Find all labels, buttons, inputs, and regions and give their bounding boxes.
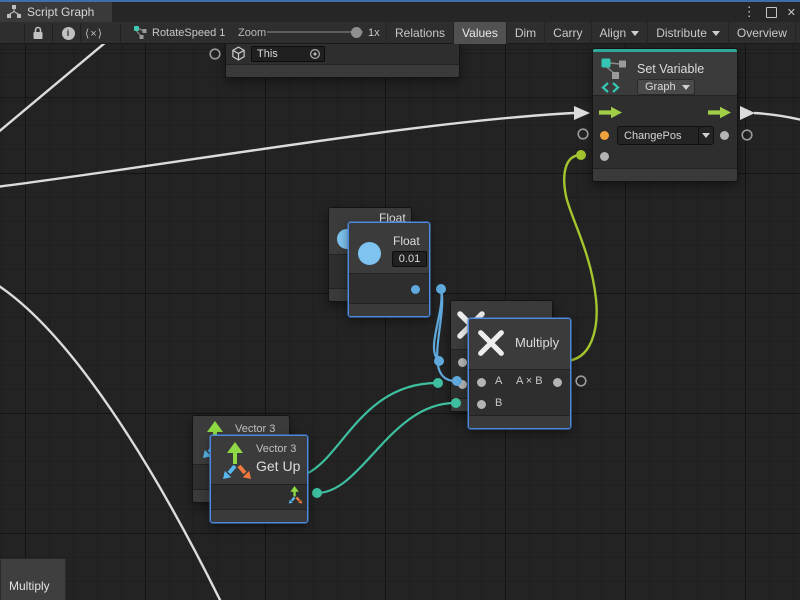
toolbar-button-dim[interactable]: Dim — [506, 22, 544, 44]
window-maximize-icon[interactable] — [766, 7, 777, 18]
toolbar-button-label: Distribute — [656, 26, 707, 40]
window-close-icon[interactable]: ✕ — [787, 6, 796, 19]
toolbar-separator — [120, 24, 121, 42]
toolbar-button-full-screen[interactable]: Full Screen — [795, 22, 800, 44]
toolbar-button-label: Overview — [737, 26, 787, 40]
zoom-value: 1x — [368, 22, 380, 44]
toolbar-button-values[interactable]: Values — [453, 22, 506, 44]
toolbar-button-align[interactable]: Align — [591, 22, 648, 44]
script-graph-window: Script Graph ⋮ ✕ i ⟨×⟩ — [0, 0, 800, 600]
flow-arrowhead-in[interactable] — [574, 106, 590, 120]
unconnected-port-handle[interactable] — [576, 376, 586, 386]
script-graph-icon — [7, 5, 21, 19]
zoom-slider-track[interactable] — [267, 31, 363, 33]
toolbar-button-label: Align — [600, 26, 627, 40]
toolbar-separator — [24, 24, 25, 42]
zoom-label: Zoom — [238, 22, 266, 44]
info-button[interactable]: i — [57, 22, 79, 44]
info-icon: i — [62, 27, 75, 40]
flow-wire-out[interactable] — [754, 113, 800, 121]
window-controls: ⋮ ✕ — [743, 2, 796, 22]
port-handles-layer — [0, 44, 800, 600]
fit-graph-button[interactable]: ⟨×⟩ — [80, 22, 108, 44]
lock-icon — [32, 26, 44, 40]
toolbar-separator — [52, 24, 53, 42]
graph-name[interactable]: RotateSpeed 1 — [152, 22, 225, 44]
graph-reference-icon — [133, 22, 149, 44]
toolbar-button-label: Relations — [395, 26, 445, 40]
toolbar-button-label: Values — [462, 26, 498, 40]
lock-button[interactable] — [27, 22, 49, 44]
toolbar-button-relations[interactable]: Relations — [386, 22, 453, 44]
window-menu-icon[interactable]: ⋮ — [743, 4, 756, 20]
toolbar-button-label: Dim — [515, 26, 536, 40]
toolbar-buttons: Relations Values Dim Carry Align Distribute Ov… — [386, 22, 800, 44]
zoom-slider-handle[interactable] — [351, 27, 362, 38]
flow-arrowhead-out[interactable] — [740, 106, 755, 120]
toolbar-button-overview[interactable]: Overview — [728, 22, 795, 44]
tab-script-graph[interactable]: Script Graph — [0, 2, 112, 22]
unconnected-port-handle[interactable] — [210, 49, 220, 59]
toolbar-button-carry[interactable]: Carry — [544, 22, 590, 44]
graph-toolbar: i ⟨×⟩ RotateSpeed 1 Zoom 1x Relations Val… — [0, 22, 800, 44]
graph-canvas[interactable]: Float Vector 3 — [0, 44, 800, 600]
chevron-down-icon — [631, 31, 639, 36]
fit-graph-icon: ⟨×⟩ — [85, 27, 103, 40]
unconnected-port-handle[interactable] — [578, 129, 588, 139]
toolbar-button-distribute[interactable]: Distribute — [647, 22, 728, 44]
tab-title: Script Graph — [27, 5, 94, 19]
unconnected-port-handle[interactable] — [742, 130, 752, 140]
toolbar-button-label: Carry — [553, 26, 582, 40]
chevron-down-icon — [712, 31, 720, 36]
tab-bar: Script Graph ⋮ ✕ — [0, 2, 800, 22]
